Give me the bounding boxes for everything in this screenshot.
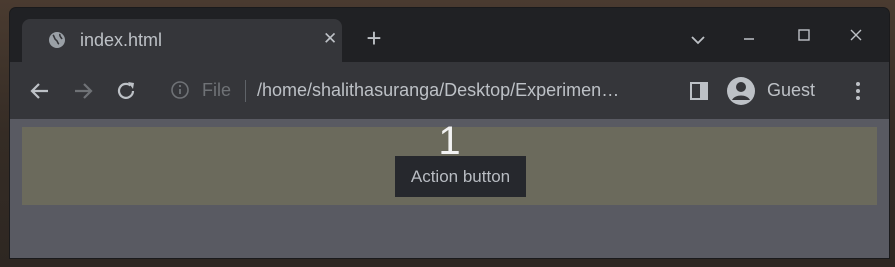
tab-title: index.html [80,30,163,50]
back-arrow-icon[interactable] [28,79,52,103]
omnibox-scheme-label: File [202,80,232,100]
tab-strip: index.html ✕ + [10,8,889,62]
avatar-icon[interactable] [726,76,756,106]
page-content-box: 1 Action button [22,121,877,205]
action-button[interactable]: Action button [395,156,526,197]
address-bar-url[interactable]: /home/shalithasuranga/Desktop/Experimen… [257,80,619,101]
maximize-icon[interactable] [797,28,811,42]
minimize-icon[interactable] [742,29,756,43]
profile-name[interactable]: Guest [767,80,815,101]
reload-icon[interactable] [114,79,138,103]
forward-arrow-icon[interactable] [71,79,95,103]
tab-close-button[interactable]: ✕ [323,29,337,49]
new-tab-button[interactable]: + [363,25,385,51]
counter-value: 1 [438,119,461,163]
browser-window: index.html ✕ + File /home/shalithasurang… [10,8,889,258]
browser-toolbar: File /home/shalithasuranga/Desktop/Exper… [10,62,889,119]
kebab-menu-icon[interactable] [852,80,864,102]
chevron-down-icon[interactable] [688,30,708,50]
info-icon[interactable] [170,80,190,100]
close-icon[interactable] [849,28,863,42]
globe-icon [49,32,65,48]
omnibox-divider [245,80,246,102]
tab-index-html[interactable]: index.html ✕ [22,19,342,62]
page-viewport: 1 Action button [10,119,889,258]
side-panel-icon[interactable] [688,80,710,102]
